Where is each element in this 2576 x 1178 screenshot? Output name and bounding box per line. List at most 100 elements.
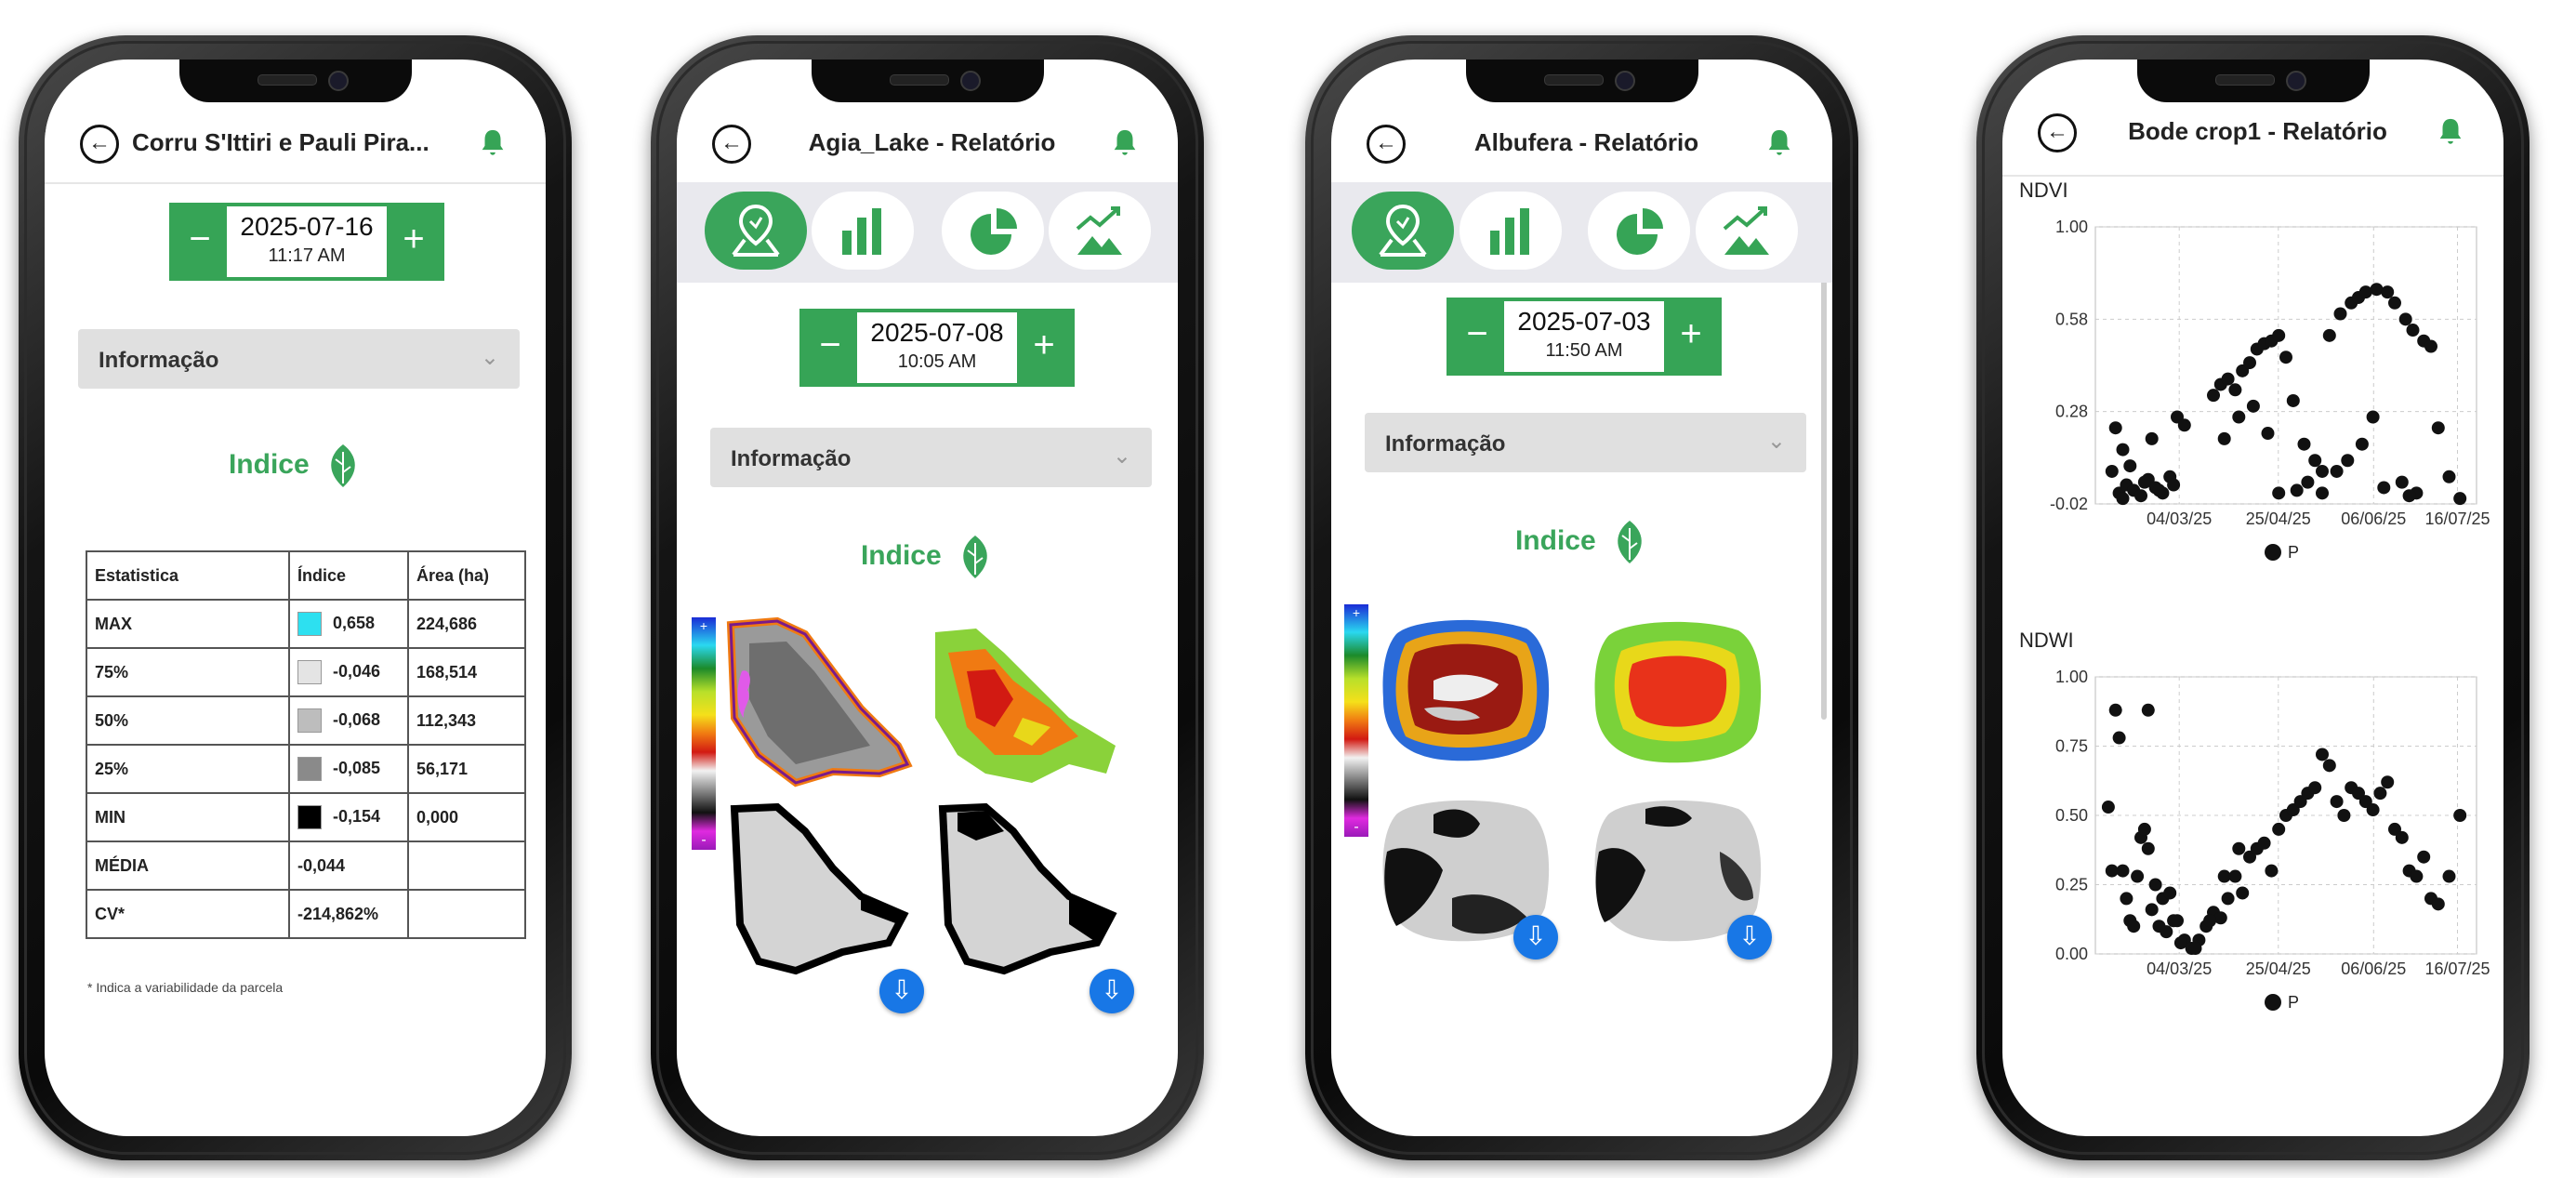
back-arrow-circle-icon[interactable]: ← [80,125,119,164]
data-point [2167,914,2181,928]
date-increment-button[interactable]: + [387,206,441,277]
data-point [2167,478,2181,492]
bell-icon[interactable] [1764,126,1795,160]
data-point [2453,492,2467,506]
data-point [2442,869,2456,883]
data-point [2137,475,2151,489]
download-icon[interactable]: ⇩ [879,969,924,1013]
data-point [2398,312,2412,326]
date-picker: − 2025-07-16 11:17 AM + [169,203,444,281]
back-arrow-circle-icon[interactable]: ← [2038,113,2077,152]
data-point [2272,486,2286,500]
data-point [2131,869,2145,883]
page-title: Agia_Lake - Relatório [808,128,1056,156]
app-bar: ← Agia_Lake - Relatório [677,104,1178,184]
data-point [2417,850,2431,864]
phone-frame-2: ← Agia_Lake - Relatório − 2025-07-08 10:… [651,35,1204,1160]
index-map-heat-1 [1382,619,1550,761]
download-icon[interactable]: ⇩ [1513,915,1558,960]
info-accordion[interactable]: Informação ⌄ [710,428,1152,487]
data-point [2333,307,2347,321]
time-text: 11:50 AM [1545,340,1623,361]
table-row: MAX 0,658 224,686 [86,599,526,649]
table-row: 25% -0,085 56,171 [86,744,526,794]
stats-table: Estatistica Índice Área (ha) MAX 0,658 2… [86,550,526,939]
tab-bar-chart[interactable] [812,192,914,270]
phone-screen-2: ← Agia_Lake - Relatório − 2025-07-08 10:… [677,60,1178,1136]
date-display[interactable]: 2025-07-08 10:05 AM [857,312,1017,383]
tab-map[interactable] [1352,192,1454,270]
row-value: -0,046 [333,661,381,681]
bell-icon[interactable] [1109,126,1141,160]
x-tick-label: 16/07/25 [2424,960,2490,978]
color-swatch [297,757,322,781]
table-row: 50% -0,068 112,343 [86,695,526,746]
time-text: 11:17 AM [268,245,346,266]
tab-bar-chart[interactable] [1460,192,1562,270]
row-label: MAX [86,599,290,649]
data-point [2402,489,2416,503]
pie-chart-icon [971,208,1017,255]
data-point [2108,421,2122,435]
data-point [2173,936,2187,950]
data-point [2232,410,2246,424]
page-title: Corru S'Ittiri e Pauli Pira... [132,128,429,156]
app-bar: ← Albufera - Relatório [1331,104,1832,184]
date-text: 2025-07-03 [1517,307,1651,336]
indice-label: Indice [860,539,942,571]
tab-pie-chart[interactable] [1588,192,1690,270]
back-arrow-circle-icon[interactable]: ← [712,125,751,164]
date-decrement-button[interactable]: − [1450,301,1504,372]
accordion-label: Informação [99,348,219,373]
bell-icon[interactable] [2435,115,2466,149]
date-decrement-button[interactable]: − [803,312,857,383]
info-accordion[interactable]: Informação ⌄ [1365,413,1806,472]
data-point [2373,787,2387,801]
date-display[interactable]: 2025-07-16 11:17 AM [227,206,387,277]
data-point [2203,914,2217,928]
data-point [2381,775,2395,789]
row-label: MÉDIA [86,840,290,891]
app-bar: ← Bode crop1 - Relatório [2002,93,2503,177]
info-accordion[interactable]: Informação ⌄ [78,329,520,389]
trend-chart-icon [1076,206,1122,255]
data-point [2145,431,2159,445]
date-increment-button[interactable]: + [1017,312,1071,383]
data-point [2406,324,2420,338]
indice-heading: Indice [677,534,1178,580]
ndvi-chart-label: NDVI [2019,179,2068,202]
date-picker: − 2025-07-08 10:05 AM + [799,309,1075,387]
tab-pie-chart[interactable] [942,192,1044,270]
data-point [2341,454,2355,468]
row-label: CV* [86,889,290,939]
table-row: CV* -214,862% [86,889,526,939]
x-tick-label: 25/04/25 [2246,960,2311,978]
download-icon[interactable]: ⇩ [1727,915,1772,960]
phone-notch [1465,60,1698,102]
row-value-cell: 0,658 [288,599,409,649]
chevron-down-icon: ⌄ [1112,443,1131,469]
download-icon[interactable]: ⇩ [1090,969,1134,1013]
index-map-mask-1 [730,803,909,975]
x-tick-label: 06/06/25 [2341,510,2406,528]
tab-map[interactable] [705,192,807,270]
footnote: * Indica a variabilidade da parcela [87,980,284,995]
data-point [2358,285,2372,299]
date-text: 2025-07-16 [240,212,374,241]
data-point [2431,897,2445,911]
tab-trend[interactable] [1696,192,1798,270]
ndwi-scatter-chart: 1.00 0.75 0.50 0.25 0.00 04/03/25 25/04/25 06/0… [2055,668,2490,1012]
data-point [2366,803,2380,817]
map-pin-icon [732,204,780,257]
date-increment-button[interactable]: + [1664,301,1718,372]
date-display[interactable]: 2025-07-03 11:50 AM [1504,301,1664,372]
bell-icon[interactable] [477,126,509,160]
back-arrow-circle-icon[interactable]: ← [1367,125,1406,164]
phone-screen-1: ← Corru S'Ittiri e Pauli Pira... − 2025-… [45,60,546,1136]
data-point [2236,886,2250,900]
date-decrement-button[interactable]: − [173,206,227,277]
phone-notch [178,60,412,102]
data-point [2261,427,2275,441]
data-point [2116,443,2130,457]
tab-trend[interactable] [1049,192,1151,270]
